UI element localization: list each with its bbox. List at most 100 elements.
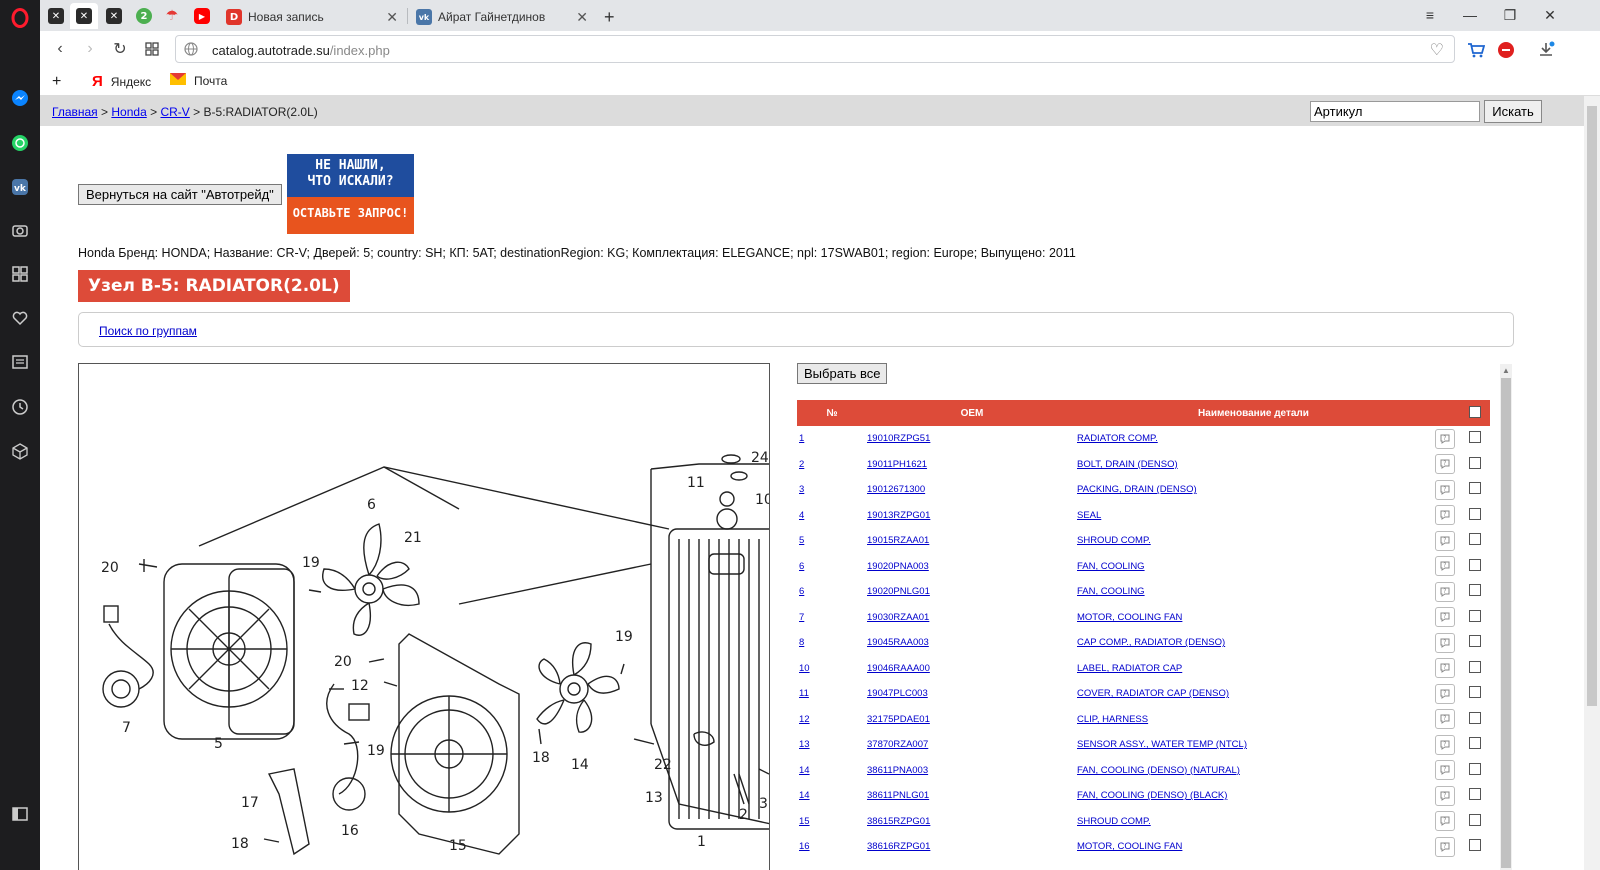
select-all-button[interactable]: Выбрать все [797, 363, 888, 384]
extensions-cube-icon[interactable] [8, 439, 32, 463]
oem-link[interactable]: 19013RZPG01 [867, 510, 930, 521]
article-search-input[interactable] [1310, 101, 1480, 122]
tab-close-icon[interactable]: ✕ [576, 9, 588, 26]
question-icon[interactable]: ? [1435, 428, 1455, 449]
part-name-link[interactable]: CAP COMP., RADIATOR (DENSO) [1077, 637, 1225, 648]
row-checkbox[interactable] [1469, 686, 1481, 699]
part-name-link[interactable]: FAN, COOLING [1077, 561, 1145, 572]
row-checkbox[interactable] [1469, 711, 1481, 724]
row-checkbox[interactable] [1469, 660, 1481, 673]
add-bookmark-icon[interactable]: + [52, 73, 61, 91]
part-name-link[interactable]: MOTOR, COOLING FAN [1077, 841, 1182, 852]
question-icon[interactable]: ? [1435, 479, 1455, 500]
window-scrollbar[interactable] [1584, 96, 1600, 870]
tab-menu-icon[interactable]: ≡ [1410, 4, 1450, 26]
back-to-site-button[interactable]: Вернуться на сайт "Автотрейд" [78, 184, 282, 205]
part-num-link[interactable]: 16 [799, 841, 810, 852]
oem-link[interactable]: 37870RZA007 [867, 739, 928, 750]
row-checkbox[interactable] [1469, 737, 1481, 750]
scrollbar-thumb[interactable] [1587, 106, 1597, 706]
part-name-link[interactable]: SENSOR ASSY., WATER TEMP (NTCL) [1077, 739, 1247, 750]
part-num-link[interactable]: 14 [799, 790, 810, 801]
camera-icon[interactable] [8, 218, 32, 242]
part-name-link[interactable]: RADIATOR COMP. [1077, 433, 1158, 444]
messenger-icon[interactable] [8, 86, 32, 110]
part-name-link[interactable]: BOLT, DRAIN (DENSO) [1077, 459, 1178, 470]
close-window-icon[interactable]: ✕ [1530, 4, 1570, 26]
part-name-link[interactable]: SHROUD COMP. [1077, 535, 1151, 546]
breadcrumb-home-link[interactable]: Главная [52, 105, 98, 119]
part-name-link[interactable]: FAN, COOLING [1077, 586, 1145, 597]
part-name-link[interactable]: COVER, RADIATOR CAP (DENSO) [1077, 688, 1229, 699]
question-icon[interactable]: ? [1435, 734, 1455, 755]
pinned-tab-xlsx-2[interactable]: ✕ [70, 3, 98, 29]
part-num-link[interactable]: 6 [799, 586, 804, 597]
part-num-link[interactable]: 10 [799, 663, 810, 674]
row-checkbox[interactable] [1469, 456, 1481, 469]
oem-link[interactable]: 19011PH1621 [867, 459, 927, 470]
oem-link[interactable]: 19015RZAA01 [867, 535, 929, 546]
row-checkbox[interactable] [1469, 584, 1481, 597]
news-icon[interactable] [8, 350, 32, 374]
tab-vk-profile[interactable]: vk Айрат Гайнетдинов ✕ [408, 3, 596, 31]
question-icon[interactable]: ? [1435, 556, 1455, 577]
part-num-link[interactable]: 4 [799, 510, 804, 521]
part-name-link[interactable]: PACKING, DRAIN (DENSO) [1077, 484, 1197, 495]
forward-icon[interactable]: › [78, 37, 102, 61]
question-icon[interactable]: ? [1435, 658, 1455, 679]
part-num-link[interactable]: 13 [799, 739, 810, 750]
bookmark-yandex[interactable]: Я Яндекс [92, 73, 151, 90]
tab-new-post[interactable]: D Новая запись ✕ [218, 3, 406, 31]
part-num-link[interactable]: 2 [799, 459, 804, 470]
part-name-link[interactable]: MOTOR, COOLING FAN [1077, 612, 1182, 623]
speed-dial-icon[interactable] [8, 262, 32, 286]
download-icon[interactable] [1535, 39, 1557, 61]
part-name-link[interactable]: FAN, COOLING (DENSO) (BLACK) [1077, 790, 1227, 801]
oem-link[interactable]: 38611PNLG01 [867, 790, 929, 801]
row-checkbox[interactable] [1469, 533, 1481, 546]
question-icon[interactable]: ? [1435, 811, 1455, 832]
bookmark-heart-icon[interactable]: ♡ [1430, 40, 1444, 60]
history-clock-icon[interactable] [8, 395, 32, 419]
oem-link[interactable]: 32175PDAE01 [867, 714, 930, 725]
part-num-link[interactable]: 14 [799, 765, 810, 776]
question-icon[interactable]: ? [1435, 683, 1455, 704]
vk-icon[interactable]: vk [8, 175, 32, 199]
row-checkbox[interactable] [1469, 609, 1481, 622]
back-icon[interactable]: ‹ [48, 37, 72, 61]
group-search-link[interactable]: Поиск по группам [99, 324, 197, 338]
part-num-link[interactable]: 5 [799, 535, 804, 546]
row-checkbox[interactable] [1469, 839, 1481, 852]
row-checkbox[interactable] [1469, 813, 1481, 826]
question-icon[interactable]: ? [1435, 709, 1455, 730]
oem-link[interactable]: 19020PNA003 [867, 561, 929, 572]
reload-icon[interactable]: ↻ [108, 37, 132, 61]
scroll-up-icon[interactable]: ▲ [1502, 366, 1510, 375]
part-num-link[interactable]: 6 [799, 561, 804, 572]
bookmark-mail[interactable]: Почта [170, 73, 227, 88]
row-checkbox[interactable] [1469, 482, 1481, 495]
part-num-link[interactable]: 3 [799, 484, 804, 495]
sidebar-toggle-icon[interactable] [8, 802, 32, 826]
oem-link[interactable]: 38616RZPG01 [867, 841, 930, 852]
question-icon[interactable]: ? [1435, 454, 1455, 475]
pinned-tab-umbrella[interactable]: ☂ [158, 3, 186, 29]
row-checkbox[interactable] [1469, 558, 1481, 571]
oem-link[interactable]: 19010RZPG51 [867, 433, 930, 444]
question-icon[interactable]: ? [1435, 505, 1455, 526]
address-bar[interactable]: catalog.autotrade.su/index.php ♡ [175, 35, 1455, 63]
row-checkbox[interactable] [1469, 788, 1481, 801]
speed-dial-icon[interactable] [140, 37, 164, 61]
oem-link[interactable]: 19047PLC003 [867, 688, 928, 699]
scrollbar-thumb[interactable] [1501, 378, 1511, 868]
row-checkbox[interactable] [1469, 431, 1481, 444]
part-name-link[interactable]: FAN, COOLING (DENSO) (NATURAL) [1077, 765, 1240, 776]
row-checkbox[interactable] [1469, 507, 1481, 520]
parts-diagram[interactable]: 24 11 10 6 21 20 19 7 5 20 12 19 19 18 1… [78, 363, 770, 870]
breadcrumb-model-link[interactable]: CR-V [160, 105, 189, 119]
question-icon[interactable]: ? [1435, 836, 1455, 857]
opera-logo-icon[interactable] [8, 6, 32, 30]
oem-link[interactable]: 19046RAAA00 [867, 663, 930, 674]
question-icon[interactable]: ? [1435, 607, 1455, 628]
part-name-link[interactable]: CLIP, HARNESS [1077, 714, 1148, 725]
